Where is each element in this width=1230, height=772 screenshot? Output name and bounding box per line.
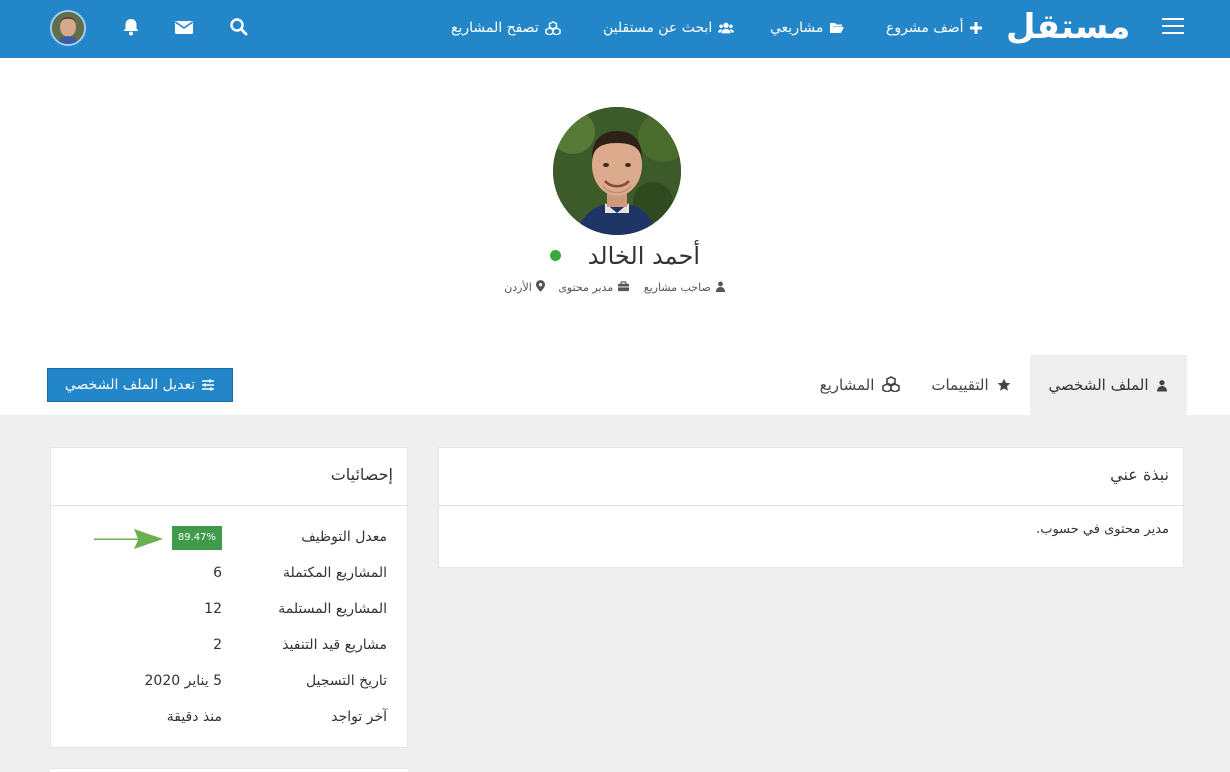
profile-avatar bbox=[553, 107, 681, 235]
stat-value: 6 bbox=[213, 565, 222, 581]
briefcase-icon bbox=[618, 281, 630, 292]
about-title: نبذة عني bbox=[1110, 465, 1169, 484]
star-icon bbox=[997, 378, 1010, 391]
tab-profile-label: الملف الشخصي bbox=[1048, 376, 1149, 394]
menu-icon[interactable] bbox=[1162, 18, 1184, 36]
stat-value: 2 bbox=[213, 637, 222, 653]
sliders-icon bbox=[202, 379, 215, 391]
find-freelancers-label: ابحث عن مستقلين bbox=[603, 20, 713, 36]
stats-divider bbox=[51, 505, 407, 506]
top-navbar: مستقل أضف مشروع مشاريعي ابحث عن مستقلين … bbox=[0, 0, 1230, 58]
profile-photo bbox=[553, 107, 681, 235]
profile-name: أحمد الخالد bbox=[587, 242, 700, 270]
bell-icon[interactable] bbox=[121, 17, 141, 37]
search-icon[interactable] bbox=[229, 17, 249, 37]
site-logo[interactable]: مستقل bbox=[1006, 2, 1131, 52]
stat-label: تاريخ التسجيل bbox=[305, 673, 387, 689]
stats-card: إحصائيات معدل التوظيف 89.47% المشاريع ال… bbox=[50, 447, 408, 748]
profile-job-title-text: مدير محتوى bbox=[558, 281, 614, 294]
edit-profile-label: تعديل الملف الشخصي bbox=[64, 377, 196, 393]
users-icon bbox=[718, 22, 735, 34]
plus-icon bbox=[969, 22, 982, 34]
stat-row: مشاريع قيد التنفيذ 2 bbox=[51, 633, 408, 657]
profile-meta: صاحب مشاريع مدير محتوى الأردن bbox=[480, 280, 750, 298]
stat-label: المشاريع المستلمة bbox=[278, 601, 387, 617]
profile-location-text: الأردن bbox=[504, 281, 532, 294]
stat-label: المشاريع المكتملة bbox=[282, 565, 387, 581]
profile-location: الأردن bbox=[504, 280, 545, 294]
stat-row: تاريخ التسجيل 5 يناير 2020 bbox=[51, 669, 408, 693]
user-avatar-image bbox=[52, 12, 84, 44]
profile-job-title: مدير محتوى bbox=[558, 281, 630, 294]
browse-projects-label: تصفح المشاريع bbox=[451, 20, 539, 36]
user-icon bbox=[715, 281, 725, 292]
tab-reviews-label: التقييمات bbox=[931, 376, 989, 394]
tab-projects[interactable]: المشاريع bbox=[808, 355, 912, 415]
arrow-pointer-icon bbox=[94, 529, 163, 549]
tab-profile[interactable]: الملف الشخصي bbox=[1030, 355, 1187, 415]
stats-title: إحصائيات bbox=[330, 465, 393, 484]
next-card-edge bbox=[50, 768, 408, 772]
stat-value: 12 bbox=[204, 601, 222, 617]
my-projects-label: مشاريعي bbox=[770, 20, 824, 36]
profile-role: صاحب مشاريع bbox=[644, 281, 726, 294]
stat-row: آخر تواجد منذ دقيقة bbox=[51, 705, 408, 729]
add-project-label: أضف مشروع bbox=[886, 20, 964, 36]
browse-projects-link[interactable]: تصفح المشاريع bbox=[451, 16, 561, 40]
stat-value: 5 يناير 2020 bbox=[144, 673, 222, 689]
hiring-rate-badge: 89.47% bbox=[171, 526, 222, 550]
stat-value: منذ دقيقة bbox=[166, 709, 222, 725]
stat-row-hiring-rate: معدل التوظيف 89.47% bbox=[51, 525, 408, 550]
hiring-rate-label: معدل التوظيف bbox=[301, 529, 387, 545]
my-projects-link[interactable]: مشاريعي bbox=[770, 16, 845, 40]
user-icon bbox=[1157, 380, 1168, 392]
about-text: مدير محتوى في حسوب. bbox=[1036, 522, 1169, 537]
stat-label: مشاريع قيد التنفيذ bbox=[282, 637, 387, 653]
profile-role-text: صاحب مشاريع bbox=[643, 281, 711, 294]
map-marker-icon bbox=[535, 280, 545, 292]
find-freelancers-link[interactable]: ابحث عن مستقلين bbox=[603, 16, 735, 40]
user-avatar[interactable] bbox=[50, 10, 86, 46]
cubes-icon bbox=[882, 376, 901, 393]
stat-row: المشاريع المكتملة 6 bbox=[51, 561, 408, 585]
folder-open-icon bbox=[830, 23, 845, 33]
about-divider bbox=[439, 505, 1183, 506]
tab-projects-label: المشاريع bbox=[819, 376, 875, 394]
envelope-icon[interactable] bbox=[174, 17, 194, 37]
stat-row: المشاريع المستلمة 12 bbox=[51, 597, 408, 621]
tab-reviews[interactable]: التقييمات bbox=[914, 355, 1028, 415]
online-status-dot bbox=[550, 250, 561, 261]
edit-profile-button[interactable]: تعديل الملف الشخصي bbox=[47, 368, 233, 402]
cubes-icon bbox=[545, 21, 561, 35]
about-card: نبذة عني مدير محتوى في حسوب. bbox=[438, 447, 1184, 568]
add-project-link[interactable]: أضف مشروع bbox=[886, 16, 984, 40]
stat-label: آخر تواجد bbox=[331, 709, 387, 725]
